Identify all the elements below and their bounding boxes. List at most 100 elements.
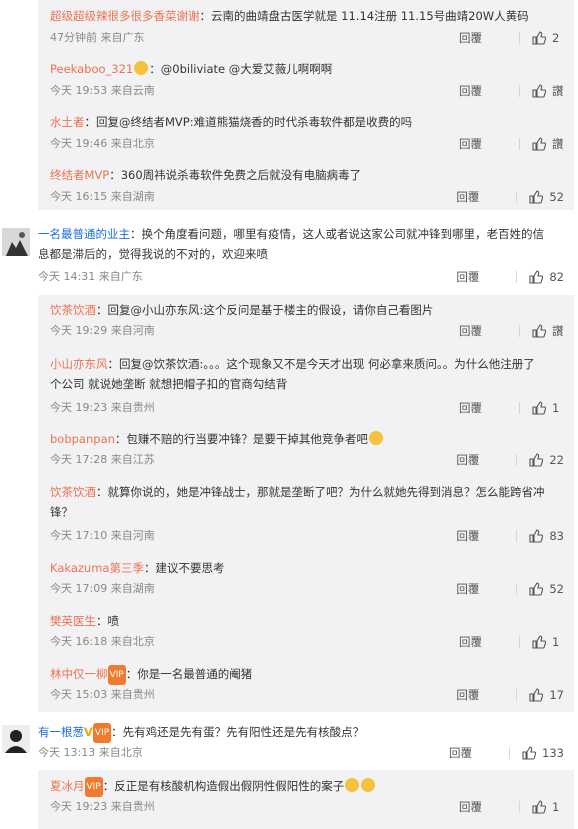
vip-badge-icon: VIP <box>84 777 103 797</box>
comment-location: 来自河南 <box>110 529 155 542</box>
comment-text: ：反正是有核酸机构造假出假阴性假阳性的案子 <box>102 779 345 793</box>
username-link[interactable]: 小山亦东风 <box>50 357 108 371</box>
comment-location: 来自北京 <box>110 635 155 648</box>
comment-location: 来自贵州 <box>110 800 155 813</box>
like-button[interactable]: 讚 <box>532 83 564 99</box>
comment-time: 今天 19:46 <box>50 137 108 150</box>
like-count: 2 <box>552 31 560 45</box>
comment-time: 今天 19:53 <box>50 84 108 97</box>
reply-button[interactable]: 回覆 <box>456 269 516 285</box>
reply-button[interactable]: 回覆 <box>456 581 516 597</box>
username-link[interactable]: bobpanpan <box>50 432 115 446</box>
like-count: 52 <box>549 582 564 596</box>
comment-text: ：回复@小山亦东风:这个反问是基于楼主的假设，请你自己看图片 <box>96 303 434 317</box>
comment-location: 来自湖南 <box>110 190 155 203</box>
thumbs-up-icon <box>529 190 544 204</box>
emoji-icon <box>345 778 360 792</box>
comment-text: ：回复@饮茶饮酒:。。。这个现象又不是今天才出现 何必拿来质问。。为什么他注册了… <box>50 357 535 391</box>
comment-text: ：云南的曲靖盘古医学就是 11.14注册 11.15号曲靖20W人黄码 <box>199 9 529 23</box>
reply-button[interactable]: 回覆 <box>456 452 516 468</box>
reply-button[interactable]: 回覆 <box>459 30 519 46</box>
reply-button[interactable]: 回覆 <box>456 189 516 205</box>
comment-time: 47分钟前 <box>50 31 97 44</box>
like-count: 1 <box>552 635 560 649</box>
like-button[interactable]: 82 <box>529 270 564 284</box>
reply-button[interactable]: 回覆 <box>459 83 519 99</box>
comment-time: 今天 19:23 <box>50 800 108 813</box>
comment-time: 今天 16:18 <box>50 635 108 648</box>
like-button[interactable]: 1 <box>532 800 564 814</box>
reply-button[interactable]: 回覆 <box>459 799 519 815</box>
reply-button[interactable]: 回覆 <box>459 323 519 339</box>
like-button[interactable]: 52 <box>529 582 564 596</box>
username-link[interactable]: 一名最普通的业主 <box>38 227 130 241</box>
username-link[interactable]: 水土者 <box>50 115 85 129</box>
verified-v-icon: V <box>84 725 93 739</box>
username-link[interactable]: 饮茶饮酒 <box>50 485 96 499</box>
comment-time: 今天 13:13 <box>38 746 96 759</box>
like-button[interactable]: 1 <box>532 401 564 415</box>
like-count: 讚 <box>552 324 564 338</box>
comment-time: 今天 19:23 <box>50 401 108 414</box>
username-link[interactable]: Kakazuma第三季 <box>50 561 144 575</box>
thumbs-up-icon <box>529 688 544 702</box>
avatar[interactable] <box>2 228 30 256</box>
username-link[interactable]: 樊英医生 <box>50 614 96 628</box>
reply-button[interactable]: 回覆 <box>459 400 519 416</box>
thumbs-up-icon <box>529 529 544 543</box>
username-link[interactable]: 夏冰月 <box>50 779 85 793</box>
comment-text: ：包赚不赔的行当要冲锋？是要干掉其他竞争者吧 <box>114 432 368 446</box>
like-button[interactable]: 讚 <box>532 323 564 339</box>
reply-button[interactable]: 回覆 <box>456 528 516 544</box>
reply-button[interactable]: 回覆 <box>456 687 516 703</box>
comment-location: 来自贵州 <box>110 401 155 414</box>
username-link[interactable]: Peekaboo_321 <box>50 62 133 76</box>
comment-location: 来自河南 <box>110 324 155 337</box>
thumbs-up-icon <box>532 31 546 45</box>
like-button[interactable]: 133 <box>522 746 564 760</box>
like-count: 82 <box>549 270 564 284</box>
comment-text: ：就算你说的，她是冲锋战士，那就是垄断了吧？为什么就她先得到消息？怎么能跨省冲锋… <box>50 485 545 519</box>
comment-location: 来自江苏 <box>110 453 155 466</box>
thumbs-up-icon <box>532 84 546 98</box>
reply-button[interactable]: 回覆 <box>459 136 519 152</box>
comment-time: 今天 15:03 <box>50 688 108 701</box>
thumbs-up-icon <box>532 401 546 415</box>
thumbs-up-icon <box>522 746 537 760</box>
like-count: 22 <box>549 453 564 467</box>
like-button[interactable]: 22 <box>529 453 564 467</box>
comment-location: 来自北京 <box>110 137 155 150</box>
comment-text: ：建议不要思考 <box>143 561 225 575</box>
comment-text: ：回复@终结者MVP:难道熊猫烧香的时代杀毒软件都是收费的吗 <box>84 115 413 129</box>
emoji-icon <box>134 61 149 75</box>
avatar[interactable] <box>2 725 30 753</box>
comment-text: ：你是一名最普通的阉猪 <box>125 667 253 681</box>
comment-text: ：喷 <box>96 614 119 628</box>
like-count: 52 <box>549 190 564 204</box>
like-count: 讚 <box>552 137 564 151</box>
thumbs-up-icon <box>529 582 544 596</box>
vip-badge-icon: VIP <box>107 665 126 685</box>
like-button[interactable]: 讚 <box>532 136 564 152</box>
like-button[interactable]: 1 <box>532 635 564 649</box>
comment-location: 来自北京 <box>98 746 143 759</box>
reply-button[interactable]: 回覆 <box>449 745 509 761</box>
like-count: 17 <box>549 688 564 702</box>
emoji-icon <box>368 431 383 445</box>
username-link[interactable]: 饮茶饮酒 <box>50 303 96 317</box>
like-button[interactable]: 83 <box>529 529 564 543</box>
like-count: 133 <box>542 746 564 760</box>
username-link[interactable]: 终结者MVP <box>50 168 109 182</box>
like-button[interactable]: 17 <box>529 688 564 702</box>
thumbs-up-icon <box>532 800 546 814</box>
comment-text: ：@0biliviate @大爱艾薇儿啊啊啊 <box>149 62 333 76</box>
username-link[interactable]: 超级超级辣很多很多香菜谢谢 <box>50 9 200 23</box>
comment-time: 今天 16:15 <box>50 190 108 203</box>
username-link[interactable]: 有一根葱 <box>38 725 84 739</box>
like-button[interactable]: 2 <box>532 31 564 45</box>
comment-location: 来自贵州 <box>110 688 155 701</box>
reply-button[interactable]: 回覆 <box>459 634 519 650</box>
username-link[interactable]: 林中仅一柳 <box>50 667 108 681</box>
like-button[interactable]: 52 <box>529 190 564 204</box>
comment-time: 今天 17:09 <box>50 582 108 595</box>
